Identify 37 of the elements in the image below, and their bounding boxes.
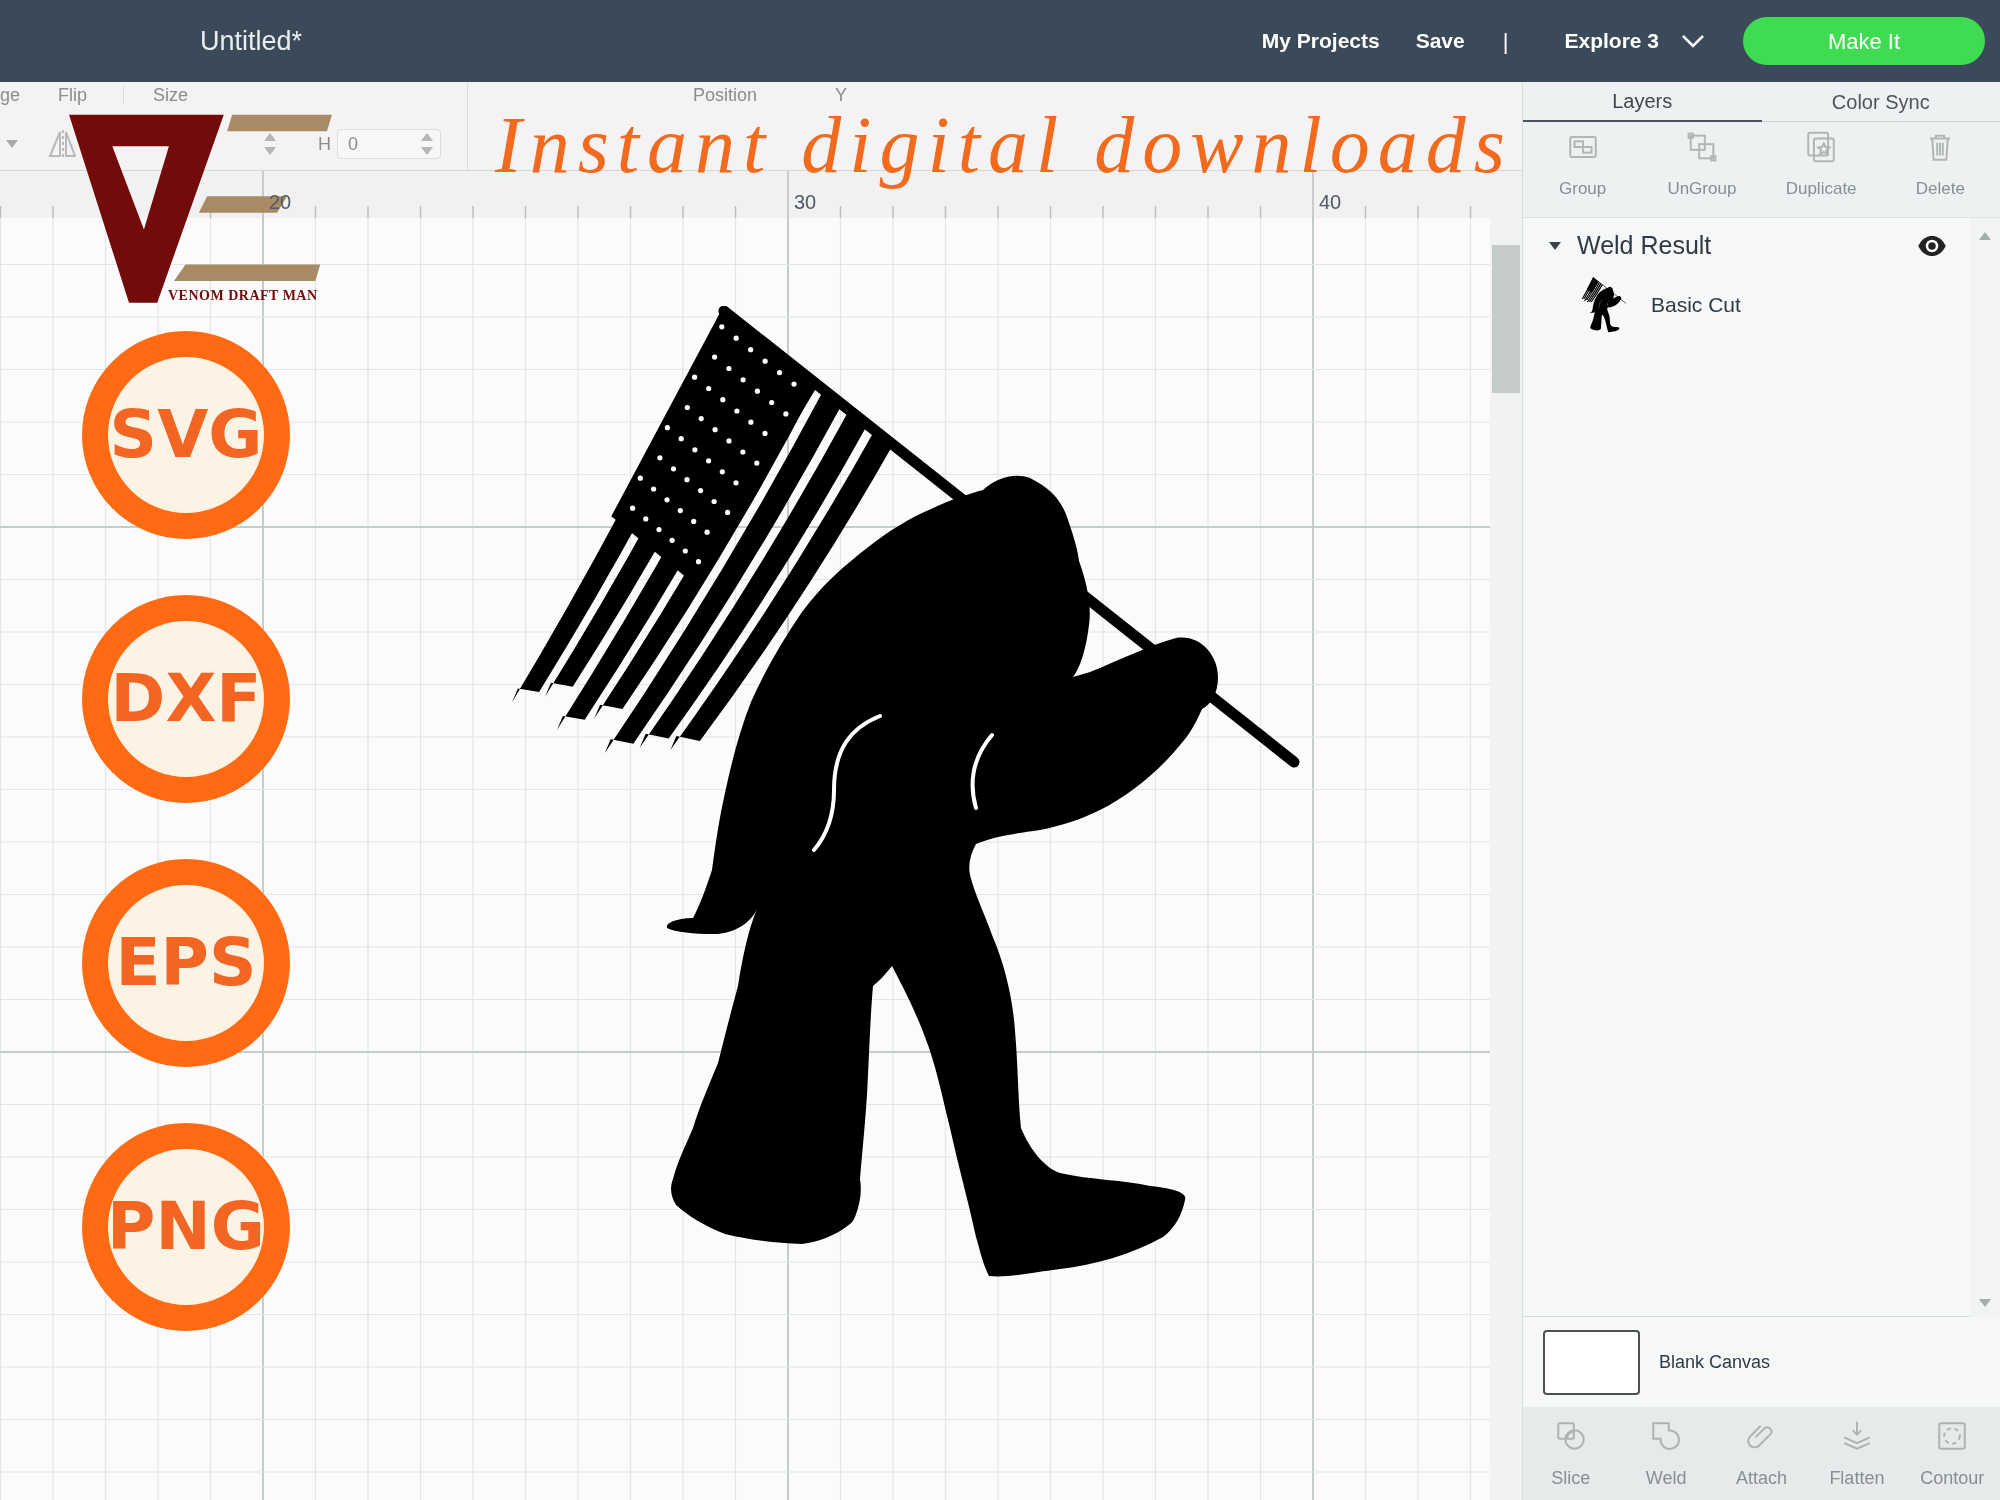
header-link[interactable]: My Projects — [1261, 25, 1380, 57]
machine-dropdown[interactable]: Explore 3 — [1564, 25, 1705, 57]
stepper-icon[interactable] — [420, 131, 434, 157]
stepper-icon[interactable] — [263, 131, 277, 157]
canvas-swatch[interactable] — [1543, 1329, 1640, 1395]
layer-name[interactable]: Basic Cut — [1651, 289, 1741, 321]
scrollbar-track[interactable] — [1490, 218, 1522, 1500]
file-format-badge: DXF — [82, 595, 290, 803]
field-label: H — [318, 135, 331, 153]
separator: | — [1502, 27, 1509, 56]
file-format-badge: SVG — [82, 331, 290, 539]
ruler-number: 40 — [1319, 192, 1342, 212]
toolbar-label: Position — [693, 86, 758, 104]
caret-down-icon[interactable] — [1549, 242, 1561, 250]
ruler-number: 30 — [794, 192, 817, 212]
bigfoot-thumbnail-icon — [1581, 277, 1626, 333]
make-it-button[interactable]: Make It — [1743, 17, 1985, 65]
toolbar-label: ge — [0, 86, 21, 104]
file-format-badge: EPS — [82, 859, 290, 1067]
toolbar-label: Flip — [58, 86, 87, 104]
headline-text: Instant digital downloads — [493, 105, 1514, 189]
canvas-layer-name[interactable]: Blank Canvas — [1659, 1348, 1771, 1376]
document-title: Untitled* — [200, 24, 303, 58]
number-field[interactable]: 0 — [337, 129, 441, 159]
toolbar-label: Size — [153, 86, 188, 104]
scroll-down-icon[interactable] — [1979, 1299, 1991, 1307]
chevron-down-icon — [1681, 34, 1705, 48]
flip-icon[interactable] — [48, 128, 76, 160]
scrollbar-thumb[interactable] — [1492, 245, 1520, 393]
field-label: Y — [835, 86, 848, 104]
brand-name: VENOM DRAFT MAN — [168, 289, 318, 303]
dropdown-caret-icon[interactable] — [6, 140, 18, 148]
header-link[interactable]: Save — [1415, 25, 1465, 57]
scroll-up-icon[interactable] — [1979, 232, 1991, 240]
file-format-badge: PNG — [82, 1123, 290, 1331]
layer-name[interactable]: Weld Result — [1577, 227, 1712, 265]
eye-icon[interactable] — [1918, 236, 1946, 256]
